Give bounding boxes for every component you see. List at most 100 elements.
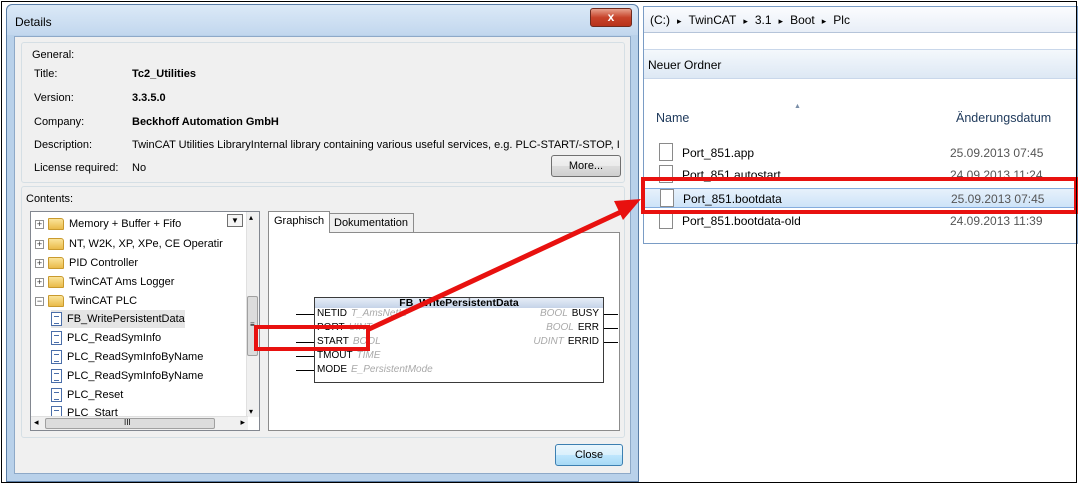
close-button[interactable]: Close [555,444,623,466]
scroll-left-icon[interactable]: ◂ [34,417,39,428]
expand-icon[interactable]: + [35,219,44,229]
expand-icon[interactable]: + [35,258,44,268]
function-block-icon [51,369,62,383]
output-pin-errid: UDINT ERRID [533,336,599,347]
tree-item-label: TwinCAT Ams Logger [69,276,175,288]
input-pin-line [296,356,314,357]
expand-icon[interactable]: + [35,239,44,249]
pin-type: BOOL [546,322,574,333]
scroll-right-icon[interactable]: ▸ [240,417,245,428]
input-pin-line [296,314,314,315]
tree-item[interactable]: + Memory + Buffer + Fifo [35,215,181,233]
contents-group: Contents: + Memory + Buffer + Fifo + NT, W2… [21,186,625,438]
detail-tabs: Graphisch Dokumentation FB_WritePersiste… [268,211,620,431]
tab-dokumentation[interactable]: Dokumentation [328,213,414,233]
dialog-title: Details [15,15,52,29]
collapse-icon[interactable]: − [35,296,44,306]
input-pin-line [296,370,314,371]
pin-name: MODE [317,364,347,375]
sort-ascending-icon: ▲ [794,103,801,110]
breadcrumb-separator-icon[interactable]: ▸ [677,16,682,26]
tree-item-label: NT, W2K, XP, XPe, CE Operatir [69,238,223,250]
pin-name: ERR [577,322,599,333]
tree-vertical-scrollbar[interactable]: ▴ ≡ ▾ [246,212,259,417]
column-name[interactable]: Name [656,111,689,125]
pin-name: TMOUT [317,350,353,361]
tree-item[interactable]: − TwinCAT PLC [35,292,137,310]
tree-item-label: PLC_Reset [67,389,124,401]
file-icon [659,143,673,161]
new-folder-button[interactable]: Neuer Ordner [648,58,721,72]
explorer-toolbar: Neuer Ordner [644,49,1077,79]
folder-icon [48,238,64,250]
breadcrumb[interactable]: (C:) ▸ TwinCAT ▸ 3.1 ▸ Boot ▸ Plc [644,7,1077,33]
pin-type: E_PersistentMode [351,364,433,375]
function-block-icon [51,312,62,326]
function-block-icon [51,350,62,364]
company-value: Beckhoff Automation GmbH [132,116,279,128]
tree-horizontal-scrollbar[interactable]: ◂ III ▸ [31,416,248,430]
tree-item[interactable]: FB_WritePersistentData [51,310,185,328]
title-label: Title: [34,68,58,80]
input-pin-mode: MODE E_PersistentMode [317,364,433,375]
version-value: 3.3.5.0 [132,92,166,104]
breadcrumb-item[interactable]: TwinCAT [689,13,737,27]
output-pin-err: BOOL ERR [546,322,599,333]
breadcrumb-item[interactable]: (C:) [650,13,670,27]
tree-item[interactable]: PLC_ReadSymInfoByName [51,367,203,385]
tree-item-label: Memory + Buffer + Fifo [69,218,182,230]
tab-graphisch[interactable]: Graphisch [268,211,331,233]
function-block-title: FB_WritePersistentData [315,298,603,308]
dialog-body: General: Title: Tc2_Utilities Version: 3… [14,36,631,474]
close-icon[interactable]: x [590,8,632,27]
pin-type: T_AmsNetId [351,308,407,319]
file-row[interactable]: Port_851.app 25.09.2013 07:45 [644,143,1077,163]
pin-name: ERRID [567,336,599,347]
tree-item[interactable]: + TwinCAT Ams Logger [35,273,174,291]
scroll-down-icon[interactable]: ▾ [249,407,253,416]
license-value: No [132,162,147,174]
tree-item[interactable]: + NT, W2K, XP, XPe, CE Operatir [35,235,223,253]
breadcrumb-separator-icon[interactable]: ▸ [779,16,784,26]
chevron-down-icon[interactable]: ▼ [227,214,243,227]
file-name: Port_851.app [682,146,755,160]
pin-type: UDINT [533,336,564,347]
function-block-icon [51,388,62,402]
pin-name: NETID [317,308,347,319]
thumb-grip-icon: III [124,418,131,427]
tree-item[interactable]: PLC_Reset [51,386,123,404]
tree-horizontal-thumb[interactable]: III [45,418,215,429]
output-pin-line [604,314,618,315]
folder-icon [48,276,64,288]
breadcrumb-item[interactable]: Boot [790,13,815,27]
expand-icon[interactable]: + [35,277,44,287]
dialog-titlebar[interactable]: Details x [7,5,638,35]
more-button[interactable]: More... [551,155,621,177]
company-label: Company: [34,116,85,128]
tree-item[interactable]: + PID Controller [35,254,138,272]
breadcrumb-item[interactable]: Plc [833,13,850,27]
breadcrumb-item[interactable]: 3.1 [755,13,772,27]
breadcrumb-separator-icon[interactable]: ▸ [822,16,827,26]
tree-item[interactable]: PLC_ReadSymInfoByName [51,348,203,366]
pin-type: BOOL [539,308,568,319]
library-tree[interactable]: + Memory + Buffer + Fifo + NT, W2K, XP, XPe… [30,211,260,431]
contents-heading: Contents: [26,193,74,205]
breadcrumb-separator-icon[interactable]: ▸ [743,16,748,26]
tree-item-label: TwinCAT PLC [69,295,138,307]
scroll-up-icon[interactable]: ▴ [249,213,253,222]
folder-icon [48,218,64,230]
description-value: TwinCAT Utilities LibraryInternal librar… [132,139,620,151]
license-label: License required: [34,162,119,174]
column-date[interactable]: Änderungsdatum [956,111,1051,125]
start-pin-highlight [254,325,370,351]
folder-icon [48,257,64,269]
file-row[interactable]: Port_851.bootdata-old 24.09.2013 11:39 [644,211,1077,231]
tree-item[interactable]: PLC_ReadSymInfo [51,329,161,347]
tree-item-label: FB_WritePersistentData [67,313,185,325]
folder-icon [48,295,64,307]
pin-type: TIME [356,350,381,361]
title-value: Tc2_Utilities [132,68,196,80]
description-label: Description: [34,139,93,151]
tree-item-label: PLC_ReadSymInfoByName [67,351,204,363]
